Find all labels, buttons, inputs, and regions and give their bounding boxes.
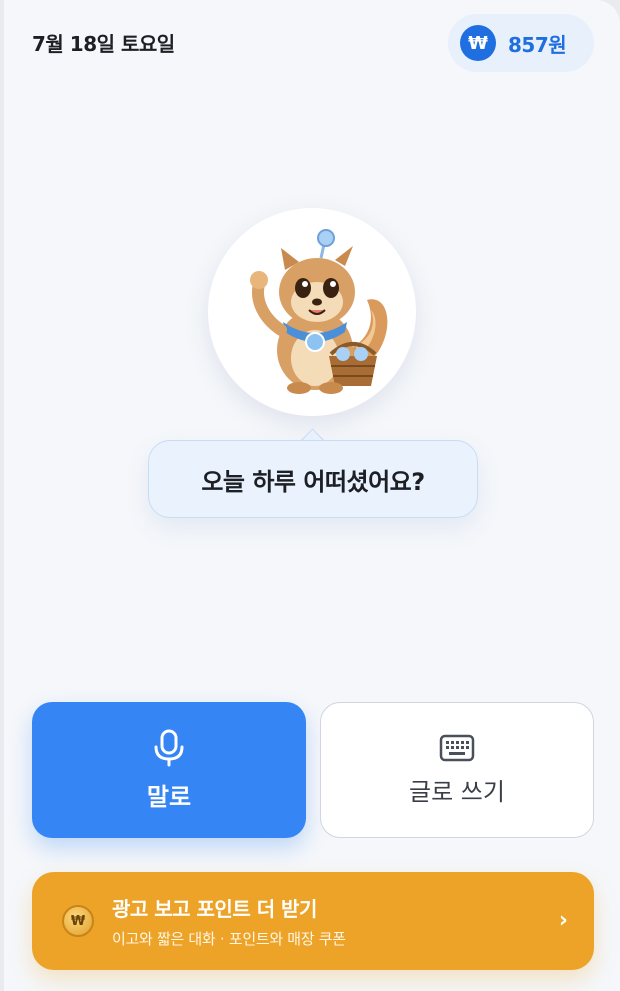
points-balance-chip[interactable]: ₩ 857원: [448, 14, 594, 72]
ad-reward-banner[interactable]: ₩ 광고 보고 포인트 더 받기 이고와 짧은 대화 · 포인트와 매장 쿠폰 …: [32, 872, 594, 970]
chevron-right-icon: ›: [558, 908, 568, 933]
speech-bubble: 오늘 하루 어떠셨어요?: [148, 440, 478, 518]
mascot-avatar: [208, 208, 416, 416]
points-value: 857원: [508, 32, 567, 57]
squirrel-mascot-icon: [250, 229, 388, 394]
speak-button-label: 말로: [146, 782, 192, 811]
write-button-label: 글로 쓰기: [409, 777, 505, 806]
ad-banner-subtitle: 이고와 짧은 대화 · 포인트와 매장 쿠폰: [112, 930, 346, 948]
ad-banner-title: 광고 보고 포인트 더 받기: [112, 897, 317, 921]
date-label: 7월 18일 토요일: [32, 32, 175, 56]
keyboard-icon: [439, 734, 475, 761]
won-icon: ₩: [460, 25, 496, 61]
home-screen: 7월 18일 토요일 ₩ 857원 오늘 하루 어떠셨어요? 말로 글로 쓰기 …: [4, 0, 620, 991]
speak-button[interactable]: 말로: [32, 702, 306, 838]
microphone-icon: [154, 729, 184, 766]
prompt-question: 오늘 하루 어떠셨어요?: [201, 467, 425, 496]
write-button[interactable]: 글로 쓰기: [320, 702, 594, 838]
coin-icon: ₩: [62, 905, 94, 937]
